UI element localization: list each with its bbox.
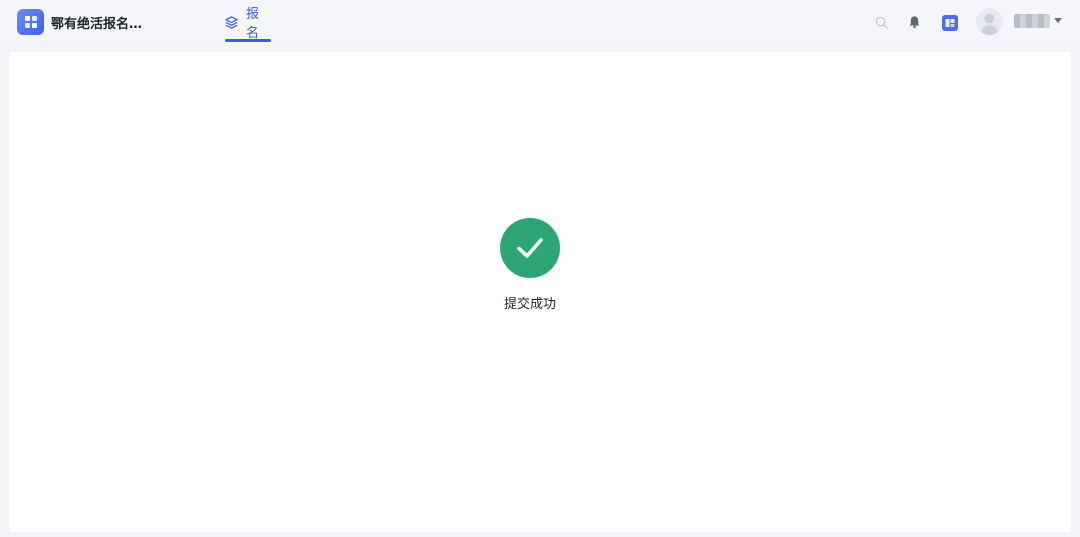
search-icon	[875, 16, 888, 29]
chevron-down-icon[interactable]	[1054, 18, 1062, 23]
notification-button[interactable]	[906, 14, 922, 30]
avatar[interactable]	[976, 8, 1003, 35]
success-message: 提交成功	[503, 297, 556, 312]
app-title: 鄂有绝活报名…	[51, 17, 143, 32]
app-logo[interactable]	[17, 9, 44, 35]
tab-signup[interactable]: 报名	[225, 0, 271, 44]
content-panel	[9, 52, 1071, 532]
layers-icon	[225, 15, 238, 29]
success-status-icon	[500, 218, 560, 278]
app-switch-button[interactable]	[941, 14, 958, 31]
active-tab-indicator	[225, 39, 271, 42]
bell-icon	[909, 16, 919, 29]
user-avatar-icon	[980, 13, 999, 35]
app-square-icon	[941, 14, 958, 31]
check-icon	[517, 238, 543, 258]
window-grid-icon	[24, 16, 37, 28]
top-bar: 鄂有绝活报名… 报名	[0, 0, 1080, 44]
tab-signup-label: 报名	[246, 7, 260, 41]
search-button[interactable]	[873, 14, 889, 30]
user-name[interactable]: ■■■■	[1014, 14, 1050, 28]
